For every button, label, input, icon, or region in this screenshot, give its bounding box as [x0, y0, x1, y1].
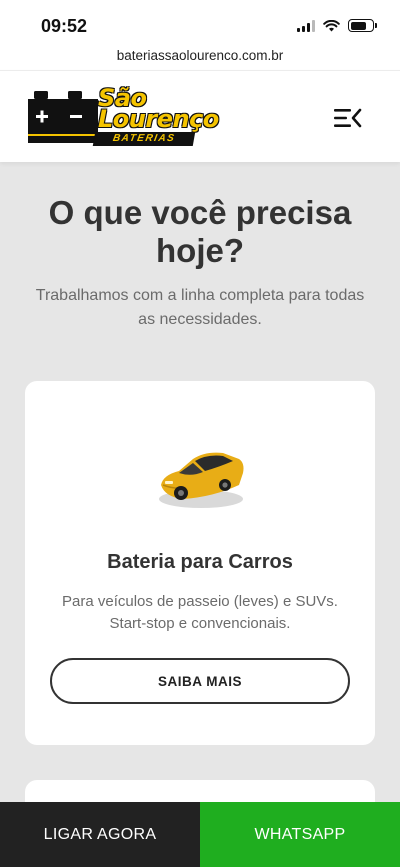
url-bar[interactable]: bateriassaolourenco.com.br: [0, 46, 400, 70]
battery-logo-icon: [28, 91, 98, 143]
whatsapp-button[interactable]: WHATSAPP: [200, 802, 400, 867]
logo[interactable]: São Lourenço BATERIAS: [24, 85, 224, 151]
wifi-icon: [323, 19, 340, 31]
page-subtitle: Trabalhamos com a linha completa para to…: [35, 287, 365, 328]
menu-icon: [334, 108, 362, 128]
card-description: Para veículos de passeio (leves) e SUVs.…: [62, 593, 338, 632]
learn-more-button[interactable]: SAIBA MAIS: [50, 658, 350, 704]
logo-tagline: BATERIAS: [92, 132, 196, 146]
status-bar: 09:52: [0, 0, 400, 46]
battery-icon: [348, 19, 377, 32]
menu-button[interactable]: [334, 107, 362, 129]
call-now-button[interactable]: LIGAR AGORA: [0, 802, 200, 867]
status-icons: [297, 19, 377, 32]
card-title: Bateria para Carros: [107, 551, 293, 573]
status-time: 09:52: [41, 16, 88, 36]
signal-icon: [297, 19, 315, 32]
site-header: São Lourenço BATERIAS: [0, 70, 400, 162]
page-title: O que você precisa hoje?: [48, 194, 352, 269]
bottom-action-bar: LIGAR AGORA WHATSAPP: [0, 802, 400, 867]
car-icon: [159, 452, 244, 508]
logo-wordmark: São Lourenço: [98, 84, 219, 133]
product-card-cars: Bateria para Carros Para veículos de pas…: [25, 381, 375, 745]
